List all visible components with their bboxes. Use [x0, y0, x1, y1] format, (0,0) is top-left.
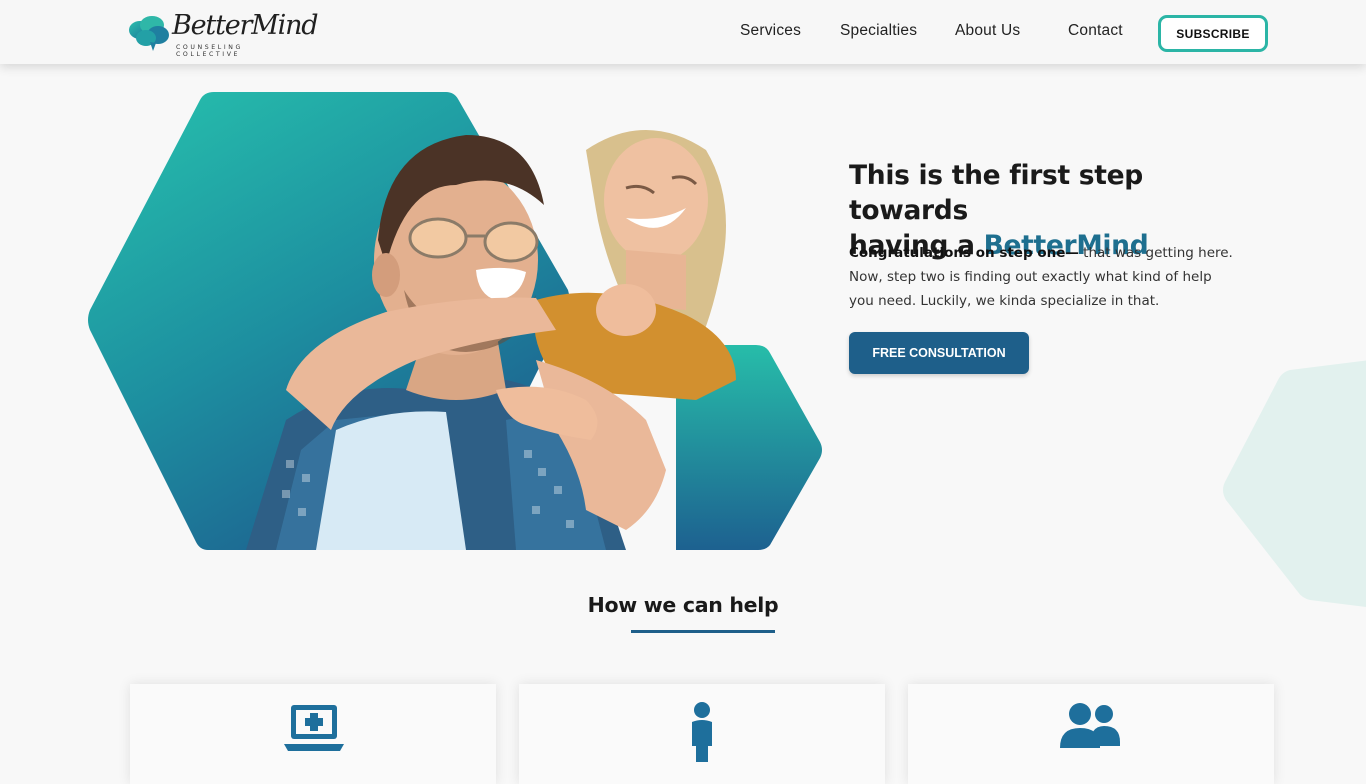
nav-about-us[interactable]: About Us: [955, 22, 1020, 40]
help-card-individual[interactable]: [519, 684, 885, 784]
brand-name: BetterMind: [172, 10, 319, 41]
brand-logo[interactable]: BetterMind COUNSELING COLLECTIVE: [128, 10, 319, 58]
site-header: BetterMind COUNSELING COLLECTIVE Service…: [0, 0, 1366, 64]
telehealth-laptop-icon: [284, 705, 344, 751]
brain-icon: [129, 16, 169, 51]
individual-person-icon: [692, 702, 712, 762]
hero-intro-bold: Congratulations on step one—: [849, 245, 1079, 261]
brand-tagline: COUNSELING COLLECTIVE: [176, 44, 243, 58]
hero-intro: Congratulations on step one— that was ge…: [849, 241, 1234, 314]
hero-image: [88, 92, 822, 550]
subscribe-button[interactable]: SUBSCRIBE: [1158, 15, 1268, 52]
section-title: How we can help: [587, 593, 779, 617]
group-people-icon: [1060, 703, 1120, 748]
section-underline: [631, 630, 775, 633]
decorative-hexagon: [1223, 360, 1366, 607]
nav-services[interactable]: Services: [740, 22, 801, 40]
hero-title-line1: This is the first step towards: [849, 160, 1143, 226]
help-card-group[interactable]: [908, 684, 1274, 784]
help-card-telehealth[interactable]: [130, 684, 496, 784]
nav-specialties[interactable]: Specialties: [840, 22, 917, 40]
free-consultation-button[interactable]: FREE CONSULTATION: [849, 332, 1029, 374]
nav-contact[interactable]: Contact: [1068, 22, 1123, 40]
